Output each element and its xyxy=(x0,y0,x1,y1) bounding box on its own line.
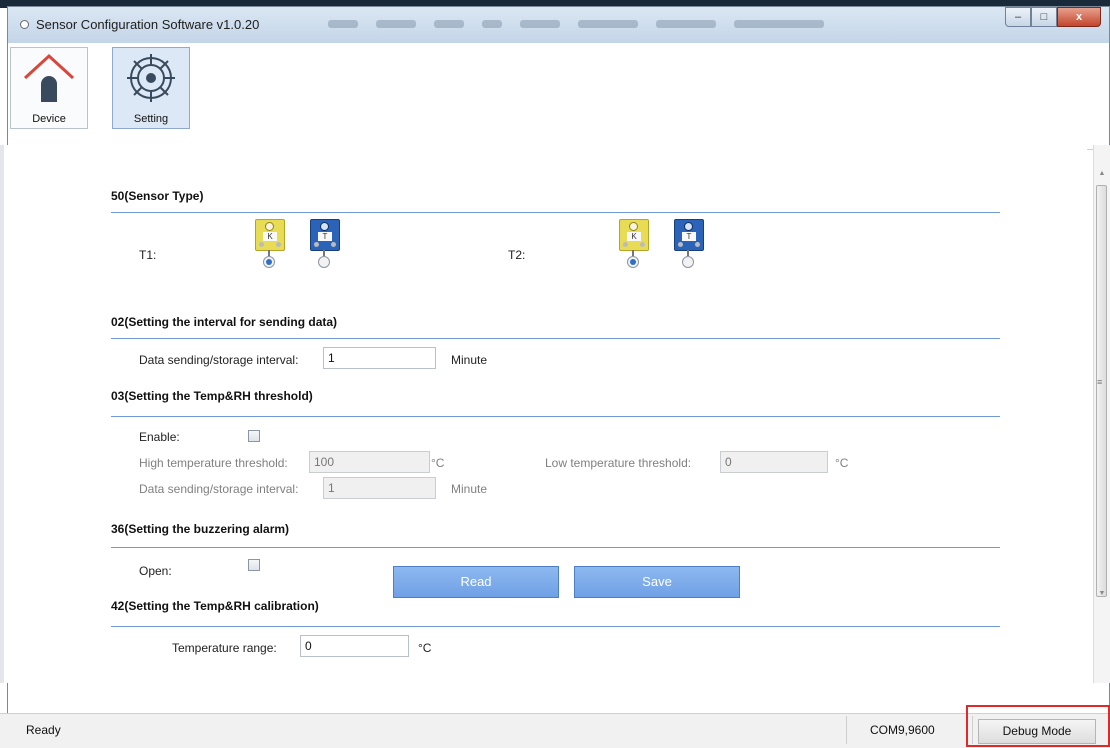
setting-label: Setting xyxy=(133,113,169,125)
threshold-interval-input[interactable] xyxy=(323,477,436,499)
debug-mode-highlight xyxy=(966,705,1110,747)
low-threshold-input[interactable] xyxy=(720,451,828,473)
high-threshold-input[interactable] xyxy=(309,451,430,473)
minimize-icon: – xyxy=(1014,11,1022,23)
t1-t-radio[interactable] xyxy=(318,256,330,268)
section-divider xyxy=(111,212,1000,213)
temperature-range-input[interactable] xyxy=(300,635,409,657)
save-button[interactable]: Save xyxy=(574,566,740,598)
scroll-grip-icon: ≡ xyxy=(1097,377,1103,387)
t2-label: T2: xyxy=(508,248,526,262)
minimize-button[interactable]: – xyxy=(1005,7,1031,27)
t1-label: T1: xyxy=(139,248,157,262)
toolbar: Device Setting xyxy=(8,43,1109,150)
high-threshold-unit: °C xyxy=(431,456,445,470)
k-type-connector-icon: K xyxy=(255,219,285,251)
status-separator xyxy=(846,716,847,744)
scroll-down-icon[interactable]: ▼ xyxy=(1094,587,1110,601)
section-divider xyxy=(111,338,1000,339)
port-status: COM9,9600 xyxy=(870,723,935,737)
left-edge xyxy=(0,145,4,683)
t-type-connector-icon: T xyxy=(310,219,340,251)
scroll-up-icon[interactable]: ▲ xyxy=(1094,167,1110,181)
high-threshold-label: High temperature threshold: xyxy=(139,456,288,470)
enable-label: Enable: xyxy=(139,430,180,444)
open-label: Open: xyxy=(139,564,172,578)
calibration-section-title: 42(Setting the Temp&RH calibration) xyxy=(111,599,319,613)
interval-unit: Minute xyxy=(451,353,488,367)
maximize-icon: □ xyxy=(1040,11,1048,23)
enable-checkbox[interactable] xyxy=(248,430,260,442)
buzzer-section-title: 36(Setting the buzzering alarm) xyxy=(111,522,290,536)
app-icon xyxy=(20,20,29,29)
threshold-interval-unit: Minute xyxy=(451,482,488,496)
interval-input[interactable] xyxy=(323,347,436,369)
device-button[interactable]: Device xyxy=(10,47,88,129)
status-text: Ready xyxy=(26,723,61,737)
close-icon: x xyxy=(1075,11,1083,23)
k-type-connector-icon: K xyxy=(619,219,649,251)
status-bar: Ready COM9,9600 Debug Mode xyxy=(0,713,1110,748)
gear-icon xyxy=(127,54,175,102)
scrollbar-thumb[interactable] xyxy=(1096,185,1107,597)
maximize-button[interactable]: □ xyxy=(1031,7,1057,27)
device-label: Device xyxy=(32,113,66,125)
home-icon xyxy=(23,53,75,102)
t1-k-radio[interactable] xyxy=(263,256,275,268)
setting-button[interactable]: Setting xyxy=(112,47,190,129)
settings-panel: 50(Sensor Type) T1: K T T2: K T 02(Setti… xyxy=(0,145,1087,683)
window-title: Sensor Configuration Software v1.0.20 xyxy=(36,17,260,32)
vertical-scrollbar[interactable]: ▲ ≡ ▼ xyxy=(1093,145,1110,683)
title-bar-blurred-region xyxy=(328,20,968,30)
sensor-type-title: 50(Sensor Type) xyxy=(111,189,204,203)
threshold-interval-label: Data sending/storage interval: xyxy=(139,482,299,496)
section-divider xyxy=(111,416,1000,417)
low-threshold-unit: °C xyxy=(835,456,849,470)
open-checkbox[interactable] xyxy=(248,559,260,571)
section-divider xyxy=(111,547,1000,548)
t2-k-radio[interactable] xyxy=(627,256,639,268)
low-threshold-label: Low temperature threshold: xyxy=(545,456,692,470)
temperature-range-unit: °C xyxy=(418,641,432,655)
close-button[interactable]: x xyxy=(1057,7,1101,27)
t-type-connector-icon: T xyxy=(674,219,704,251)
t2-t-radio[interactable] xyxy=(682,256,694,268)
interval-section-title: 02(Setting the interval for sending data… xyxy=(111,315,338,329)
temperature-range-label: Temperature range: xyxy=(172,641,277,655)
read-button[interactable]: Read xyxy=(393,566,559,598)
threshold-section-title: 03(Setting the Temp&RH threshold) xyxy=(111,389,313,403)
title-bar: Sensor Configuration Software v1.0.20 – … xyxy=(8,7,1109,44)
interval-label: Data sending/storage interval: xyxy=(139,353,299,367)
section-divider xyxy=(111,626,1000,627)
window-controls: – □ x xyxy=(1005,7,1101,27)
